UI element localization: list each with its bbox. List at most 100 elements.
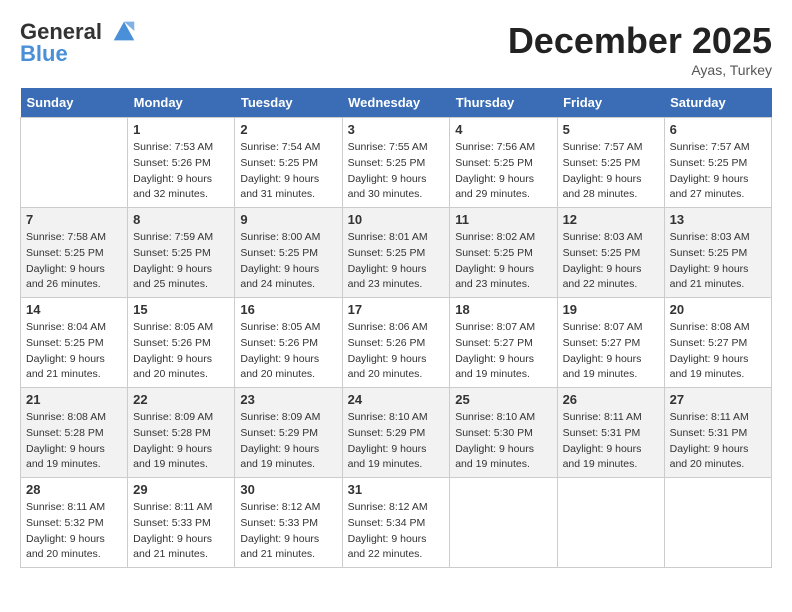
- day-number: 25: [455, 392, 551, 407]
- calendar-cell: 9Sunrise: 8:00 AMSunset: 5:25 PMDaylight…: [235, 208, 342, 298]
- sunset-text: Sunset: 5:25 PM: [670, 246, 766, 262]
- day-number: 24: [348, 392, 445, 407]
- calendar-week-row: 1Sunrise: 7:53 AMSunset: 5:26 PMDaylight…: [21, 118, 772, 208]
- sunrise-text: Sunrise: 8:00 AM: [240, 230, 336, 246]
- sunrise-text: Sunrise: 7:53 AM: [133, 140, 229, 156]
- sunset-text: Sunset: 5:25 PM: [455, 246, 551, 262]
- calendar-week-row: 21Sunrise: 8:08 AMSunset: 5:28 PMDayligh…: [21, 388, 772, 478]
- calendar-cell: 2Sunrise: 7:54 AMSunset: 5:25 PMDaylight…: [235, 118, 342, 208]
- calendar-cell: 20Sunrise: 8:08 AMSunset: 5:27 PMDayligh…: [664, 298, 771, 388]
- calendar-cell: 26Sunrise: 8:11 AMSunset: 5:31 PMDayligh…: [557, 388, 664, 478]
- day-info: Sunrise: 8:05 AMSunset: 5:26 PMDaylight:…: [240, 320, 336, 383]
- sunrise-text: Sunrise: 8:10 AM: [455, 410, 551, 426]
- day-info: Sunrise: 8:07 AMSunset: 5:27 PMDaylight:…: [563, 320, 659, 383]
- daylight-text: Daylight: 9 hours and 21 minutes.: [240, 532, 336, 564]
- daylight-text: Daylight: 9 hours and 23 minutes.: [455, 262, 551, 294]
- calendar-table: SundayMondayTuesdayWednesdayThursdayFrid…: [20, 88, 772, 568]
- day-number: 18: [455, 302, 551, 317]
- day-number: 27: [670, 392, 766, 407]
- daylight-text: Daylight: 9 hours and 29 minutes.: [455, 172, 551, 204]
- day-number: 19: [563, 302, 659, 317]
- calendar-cell: 22Sunrise: 8:09 AMSunset: 5:28 PMDayligh…: [128, 388, 235, 478]
- daylight-text: Daylight: 9 hours and 22 minutes.: [563, 262, 659, 294]
- sunset-text: Sunset: 5:25 PM: [348, 156, 445, 172]
- month-title: December 2025: [508, 20, 772, 62]
- calendar-week-row: 28 Sunrise: 8:11 AMSunset: 5:32 PMDayligh…: [21, 478, 772, 568]
- day-info: Sunrise: 7:57 AMSunset: 5:25 PMDaylight:…: [670, 140, 766, 203]
- day-info: Sunrise: 8:07 AMSunset: 5:27 PMDaylight:…: [455, 320, 551, 383]
- sunrise-text: Sunrise: 7:55 AM: [348, 140, 445, 156]
- calendar-cell: 12 Sunrise: 8:03 AMSunset: 5:25 PMDayligh…: [557, 208, 664, 298]
- sunset-text: Sunset: 5:25 PM: [563, 246, 659, 262]
- sunset-text: Sunset: 5:33 PM: [240, 516, 336, 532]
- day-number: 12: [563, 212, 659, 227]
- sunset-text: Sunset: 5:27 PM: [455, 336, 551, 352]
- calendar-cell: 4Sunrise: 7:56 AMSunset: 5:25 PMDaylight…: [450, 118, 557, 208]
- sunset-text: Sunset: 5:26 PM: [133, 336, 229, 352]
- day-number: 16: [240, 302, 336, 317]
- day-info: Sunrise: 8:10 AMSunset: 5:29 PMDaylight:…: [348, 410, 445, 473]
- calendar-cell: [21, 118, 128, 208]
- day-number: 4: [455, 122, 551, 137]
- sunrise-text: Sunrise: 8:10 AM: [348, 410, 445, 426]
- calendar-week-row: 7Sunrise: 7:58 AMSunset: 5:25 PMDaylight…: [21, 208, 772, 298]
- daylight-text: Daylight: 9 hours and 19 minutes.: [563, 442, 659, 474]
- calendar-cell: 13Sunrise: 8:03 AMSunset: 5:25 PMDayligh…: [664, 208, 771, 298]
- daylight-text: Daylight: 9 hours and 19 minutes.: [455, 352, 551, 384]
- sunrise-text: Sunrise: 8:08 AM: [26, 410, 122, 426]
- daylight-text: Daylight: 9 hours and 22 minutes.: [348, 532, 445, 564]
- daylight-text: Daylight: 9 hours and 30 minutes.: [348, 172, 445, 204]
- day-info: Sunrise: 8:11 AMSunset: 5:32 PMDaylight:…: [26, 500, 122, 563]
- calendar-cell: 8Sunrise: 7:59 AMSunset: 5:25 PMDaylight…: [128, 208, 235, 298]
- sunrise-text: Sunrise: 8:11 AM: [133, 500, 229, 516]
- calendar-cell: 29Sunrise: 8:11 AMSunset: 5:33 PMDayligh…: [128, 478, 235, 568]
- weekday-header-tuesday: Tuesday: [235, 88, 342, 118]
- daylight-text: Daylight: 9 hours and 20 minutes.: [240, 352, 336, 384]
- day-info: Sunrise: 8:08 AMSunset: 5:28 PMDaylight:…: [26, 410, 122, 473]
- day-info: Sunrise: 8:02 AMSunset: 5:25 PMDaylight:…: [455, 230, 551, 293]
- logo: General Blue: [20, 20, 138, 67]
- sunset-text: Sunset: 5:31 PM: [563, 426, 659, 442]
- sunset-text: Sunset: 5:26 PM: [240, 336, 336, 352]
- daylight-text: Daylight: 9 hours and 19 minutes.: [670, 352, 766, 384]
- day-info: Sunrise: 8:03 AMSunset: 5:25 PMDaylight:…: [670, 230, 766, 293]
- day-info: Sunrise: 8:11 AMSunset: 5:33 PMDaylight:…: [133, 500, 229, 563]
- daylight-text: Daylight: 9 hours and 20 minutes.: [26, 532, 122, 564]
- sunrise-text: Sunrise: 8:08 AM: [670, 320, 766, 336]
- page-header: General Blue December 2025 Ayas, Turkey: [20, 20, 772, 78]
- day-number: 23: [240, 392, 336, 407]
- weekday-header-sunday: Sunday: [21, 88, 128, 118]
- day-info: Sunrise: 7:53 AMSunset: 5:26 PMDaylight:…: [133, 140, 229, 203]
- sunrise-text: Sunrise: 7:57 AM: [563, 140, 659, 156]
- daylight-text: Daylight: 9 hours and 25 minutes.: [133, 262, 229, 294]
- day-number: 28: [26, 482, 122, 497]
- weekday-header-friday: Friday: [557, 88, 664, 118]
- calendar-week-row: 14Sunrise: 8:04 AMSunset: 5:25 PMDayligh…: [21, 298, 772, 388]
- sunset-text: Sunset: 5:25 PM: [133, 246, 229, 262]
- calendar-cell: 19 Sunrise: 8:07 AMSunset: 5:27 PMDayligh…: [557, 298, 664, 388]
- sunset-text: Sunset: 5:25 PM: [26, 246, 122, 262]
- calendar-cell: 16 Sunrise: 8:05 AMSunset: 5:26 PMDayligh…: [235, 298, 342, 388]
- sunrise-text: Sunrise: 7:54 AM: [240, 140, 336, 156]
- day-info: Sunrise: 8:05 AMSunset: 5:26 PMDaylight:…: [133, 320, 229, 383]
- calendar-cell: 7Sunrise: 7:58 AMSunset: 5:25 PMDaylight…: [21, 208, 128, 298]
- day-number: 17: [348, 302, 445, 317]
- weekday-header-thursday: Thursday: [450, 88, 557, 118]
- sunset-text: Sunset: 5:26 PM: [133, 156, 229, 172]
- sunset-text: Sunset: 5:28 PM: [133, 426, 229, 442]
- calendar-cell: 1 Sunrise: 7:53 AMSunset: 5:26 PMDaylight…: [128, 118, 235, 208]
- sunrise-text: Sunrise: 8:07 AM: [563, 320, 659, 336]
- sunset-text: Sunset: 5:25 PM: [670, 156, 766, 172]
- day-info: Sunrise: 8:03 AMSunset: 5:25 PMDaylight:…: [563, 230, 659, 293]
- day-info: Sunrise: 8:10 AMSunset: 5:30 PMDaylight:…: [455, 410, 551, 473]
- day-number: 1: [133, 122, 229, 137]
- day-info: Sunrise: 8:06 AMSunset: 5:26 PMDaylight:…: [348, 320, 445, 383]
- day-number: 6: [670, 122, 766, 137]
- calendar-cell: [557, 478, 664, 568]
- sunset-text: Sunset: 5:34 PM: [348, 516, 445, 532]
- calendar-body: 1Sunrise: 7:53 AMSunset: 5:26 PMDaylight…: [21, 118, 772, 568]
- logo-icon: [110, 17, 138, 45]
- sunset-text: Sunset: 5:25 PM: [240, 156, 336, 172]
- day-number: 22: [133, 392, 229, 407]
- sunset-text: Sunset: 5:31 PM: [670, 426, 766, 442]
